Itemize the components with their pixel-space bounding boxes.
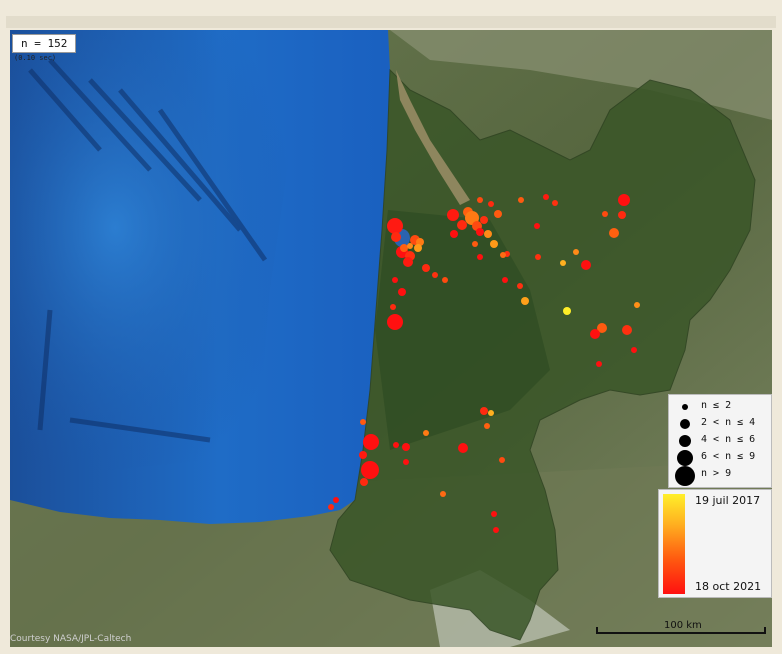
map-credit: Courtesy NASA/JPL-Caltech xyxy=(10,634,132,644)
event-marker[interactable] xyxy=(618,211,626,219)
event-marker[interactable] xyxy=(403,459,409,465)
event-marker[interactable] xyxy=(631,347,637,353)
size-dot-icon xyxy=(677,450,693,466)
event-marker[interactable] xyxy=(488,201,494,207)
event-marker[interactable] xyxy=(440,491,446,497)
event-marker[interactable] xyxy=(494,210,502,218)
event-marker[interactable] xyxy=(535,254,541,260)
count-label: n = 152 xyxy=(12,34,77,53)
scale-line xyxy=(596,632,766,634)
event-marker[interactable] xyxy=(552,200,558,206)
event-marker[interactable] xyxy=(360,419,366,425)
event-marker[interactable] xyxy=(581,260,591,270)
timing-label: (0.10 sec) xyxy=(14,54,57,62)
size-legend-row: 2 < n ≤ 4 xyxy=(669,415,771,433)
event-marker[interactable] xyxy=(618,194,630,206)
event-marker[interactable] xyxy=(518,197,524,203)
event-marker[interactable] xyxy=(402,443,410,451)
scale-tick-left xyxy=(596,627,598,634)
event-marker[interactable] xyxy=(622,325,632,335)
size-legend: n ≤ 2 2 < n ≤ 4 4 < n ≤ 6 6 < n ≤ 9 n > … xyxy=(668,394,772,488)
event-marker[interactable] xyxy=(359,451,367,459)
size-legend-row: 4 < n ≤ 6 xyxy=(669,432,771,450)
top-strip xyxy=(6,16,776,28)
event-marker[interactable] xyxy=(500,252,506,258)
event-marker[interactable] xyxy=(387,218,403,234)
event-marker[interactable] xyxy=(499,457,505,463)
event-marker[interactable] xyxy=(447,209,459,221)
time-end-label: 18 oct 2021 xyxy=(695,580,762,593)
event-marker[interactable] xyxy=(563,307,571,315)
event-marker[interactable] xyxy=(543,194,549,200)
event-marker[interactable] xyxy=(477,197,483,203)
event-marker[interactable] xyxy=(491,511,497,517)
event-marker[interactable] xyxy=(484,230,492,238)
size-legend-row: n > 9 xyxy=(669,466,771,486)
event-marker[interactable] xyxy=(477,254,483,260)
event-marker[interactable] xyxy=(484,423,490,429)
event-marker[interactable] xyxy=(534,223,540,229)
event-marker[interactable] xyxy=(521,297,529,305)
event-marker[interactable] xyxy=(393,442,399,448)
size-legend-label: n ≤ 2 xyxy=(701,400,732,411)
event-marker[interactable] xyxy=(502,277,508,283)
event-marker[interactable] xyxy=(390,304,396,310)
size-legend-label: 6 < n ≤ 9 xyxy=(701,451,756,462)
event-marker[interactable] xyxy=(480,216,488,224)
size-legend-label: n > 9 xyxy=(701,468,732,479)
event-marker[interactable] xyxy=(517,283,523,289)
event-marker[interactable] xyxy=(361,461,379,479)
time-legend: 19 juil 2017 18 oct 2021 xyxy=(658,489,772,598)
scale-label: 100 km xyxy=(664,620,702,631)
event-marker[interactable] xyxy=(414,244,422,252)
event-marker[interactable] xyxy=(560,260,566,266)
time-gradient-bar xyxy=(663,494,685,594)
event-marker[interactable] xyxy=(590,329,600,339)
event-marker[interactable] xyxy=(442,277,448,283)
event-marker[interactable] xyxy=(333,497,339,503)
event-marker[interactable] xyxy=(407,243,413,249)
event-marker[interactable] xyxy=(476,228,484,236)
event-marker[interactable] xyxy=(480,407,488,415)
map-frame: n = 152 (0.10 sec) n ≤ 2 2 < n ≤ 4 4 < n… xyxy=(0,0,782,654)
event-marker[interactable] xyxy=(423,430,429,436)
event-marker[interactable] xyxy=(403,257,413,267)
size-legend-row: n ≤ 2 xyxy=(669,398,771,416)
size-dot-icon xyxy=(679,435,691,447)
event-marker[interactable] xyxy=(609,228,619,238)
event-marker[interactable] xyxy=(328,504,334,510)
event-marker[interactable] xyxy=(634,302,640,308)
event-marker[interactable] xyxy=(602,211,608,217)
event-marker[interactable] xyxy=(392,277,398,283)
event-marker[interactable] xyxy=(422,264,430,272)
time-start-label: 19 juil 2017 xyxy=(695,494,761,507)
event-marker[interactable] xyxy=(596,361,602,367)
event-marker[interactable] xyxy=(457,220,467,230)
event-marker[interactable] xyxy=(490,240,498,248)
event-marker[interactable] xyxy=(493,527,499,533)
size-dot-icon xyxy=(675,466,695,486)
event-marker[interactable] xyxy=(573,249,579,255)
event-marker[interactable] xyxy=(432,272,438,278)
event-marker[interactable] xyxy=(391,232,401,242)
size-dot-icon xyxy=(680,419,690,429)
event-marker[interactable] xyxy=(400,244,408,252)
size-dot-icon xyxy=(682,404,688,410)
event-marker[interactable] xyxy=(387,314,403,330)
size-legend-row: 6 < n ≤ 9 xyxy=(669,449,771,467)
size-legend-label: 2 < n ≤ 4 xyxy=(701,417,756,428)
scale-tick-right xyxy=(764,627,766,634)
size-legend-label: 4 < n ≤ 6 xyxy=(701,434,756,445)
event-marker[interactable] xyxy=(360,478,368,486)
event-marker[interactable] xyxy=(398,288,406,296)
event-marker[interactable] xyxy=(458,443,468,453)
event-marker[interactable] xyxy=(450,230,458,238)
event-marker[interactable] xyxy=(472,241,478,247)
event-marker[interactable] xyxy=(488,410,494,416)
scale-bar: 100 km xyxy=(596,620,766,636)
event-marker[interactable] xyxy=(363,434,379,450)
